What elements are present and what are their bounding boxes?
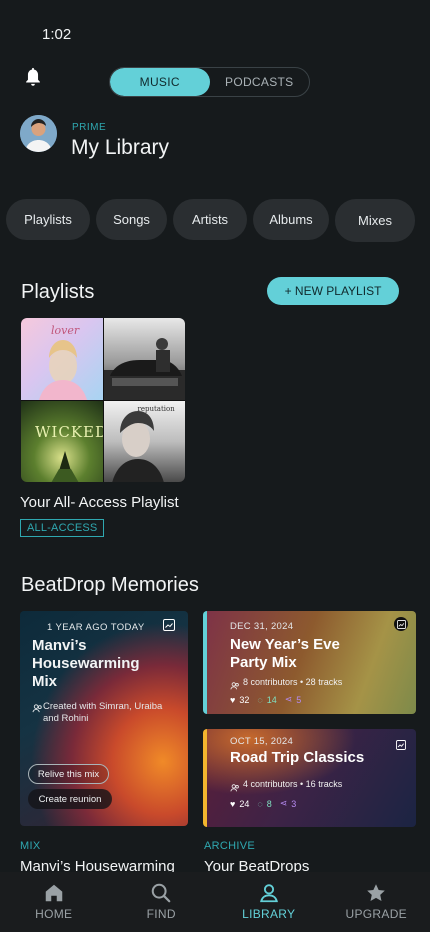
heart-icon: ♥ (230, 694, 236, 705)
tab-podcasts[interactable]: PODCASTS (210, 68, 310, 96)
nav-library-label: LIBRARY (242, 907, 296, 921)
card-meta: 8 contributors • 28 tracks (243, 677, 343, 687)
cover-tile-2 (103, 318, 185, 400)
nav-upgrade[interactable]: UPGRADE (323, 872, 430, 932)
likes-count: 24 (239, 798, 250, 809)
nav-home[interactable]: HOME (0, 872, 108, 932)
nav-find-label: FIND (146, 907, 176, 921)
music-podcasts-toggle: MUSIC PODCASTS (109, 67, 310, 97)
nav-find[interactable]: FIND (108, 872, 216, 932)
archive-label: ARCHIVE (204, 840, 255, 852)
page-title: My Library (71, 136, 170, 159)
comment-icon: ◌ (257, 694, 263, 705)
notification-bell-icon[interactable] (22, 66, 44, 88)
home-icon (45, 884, 62, 902)
bottom-nav: HOME FIND LIBRARY UPGRADE (0, 872, 430, 932)
shares-count: 3 (291, 798, 297, 809)
card-stats: ♥ 32 ◌ 14 ⋖ 5 (230, 694, 301, 705)
card-meta: 4 contributors • 16 tracks (243, 779, 343, 789)
all-access-badge: ALL-ACCESS (20, 519, 105, 537)
memories-section-title: BeatDrop Memories (21, 574, 199, 596)
playlist-name[interactable]: Your All- Access Playlist (20, 494, 179, 511)
comment-icon: ◌ (257, 798, 263, 809)
heart-icon: ♥ (230, 798, 236, 809)
memory-card-housewarming[interactable]: 1 YEAR AGO TODAY Manvi’s Housewarming Mi… (20, 611, 188, 826)
cover-tile-4: reputation (103, 400, 185, 482)
contributors-icon (230, 780, 240, 792)
chip-playlists[interactable]: Playlists (6, 199, 90, 240)
filter-chips: Playlists Songs Artists Albums Mixes (6, 199, 415, 242)
card-stats: ♥ 24 ◌ 8 ⋖ 3 (230, 798, 296, 809)
search-icon (151, 883, 171, 903)
card-date: DEC 31, 2024 (230, 621, 294, 632)
avatar[interactable] (20, 115, 57, 152)
status-time: 1:02 (42, 26, 72, 43)
memory-card-new-years[interactable]: DEC 31, 2024 New Year’s Eve Party Mix 8 … (203, 611, 416, 714)
new-playlist-button[interactable]: + NEW PLAYLIST (267, 277, 399, 305)
chip-mixes[interactable]: Mixes (335, 199, 415, 242)
memory-title: Manvi’s Housewarming Mix (32, 637, 140, 690)
tier-label: PRIME (72, 122, 107, 133)
tab-music[interactable]: MUSIC (110, 68, 210, 96)
cover-tile-3: WICKED (21, 400, 103, 482)
share-icon: ⋖ (279, 798, 288, 808)
likes-count: 32 (239, 694, 250, 705)
nav-library[interactable]: LIBRARY (215, 872, 323, 932)
memory-created: Created with Simran, Uraiba and Rohini (43, 701, 163, 724)
create-reunion-button[interactable]: Create reunion (28, 789, 112, 809)
comments-count: 14 (266, 694, 277, 705)
share-icon: ⋖ (284, 694, 293, 704)
nav-home-label: HOME (35, 907, 73, 921)
chip-songs[interactable]: Songs (96, 199, 167, 240)
chip-artists[interactable]: Artists (173, 199, 247, 240)
trend-icon (163, 618, 175, 631)
relive-mix-button[interactable]: Relive this mix (28, 764, 109, 784)
user-icon (259, 884, 278, 903)
playlist-cover[interactable]: lover WICKED reputation (21, 318, 185, 482)
shares-count: 5 (296, 694, 302, 705)
memory-card-road-trip[interactable]: OCT 15, 2024 Road Trip Classics 4 contri… (203, 729, 416, 827)
nav-upgrade-label: UPGRADE (345, 907, 407, 921)
card-title: New Year’s Eve Party Mix (230, 636, 340, 671)
mix-label: MIX (20, 840, 41, 852)
comments-count: 8 (266, 798, 272, 809)
cover-tile-1: lover (21, 318, 103, 400)
contributors-icon (230, 678, 240, 690)
trend-icon (394, 617, 408, 631)
contributors-icon (32, 701, 43, 713)
card-date: OCT 15, 2024 (230, 736, 294, 747)
memory-eyebrow: 1 YEAR AGO TODAY (47, 622, 145, 633)
card-title: Road Trip Classics (230, 749, 365, 766)
trend-icon (396, 737, 406, 750)
playlists-section-title: Playlists (21, 281, 95, 303)
star-icon (367, 884, 386, 901)
chip-albums[interactable]: Albums (253, 199, 329, 240)
